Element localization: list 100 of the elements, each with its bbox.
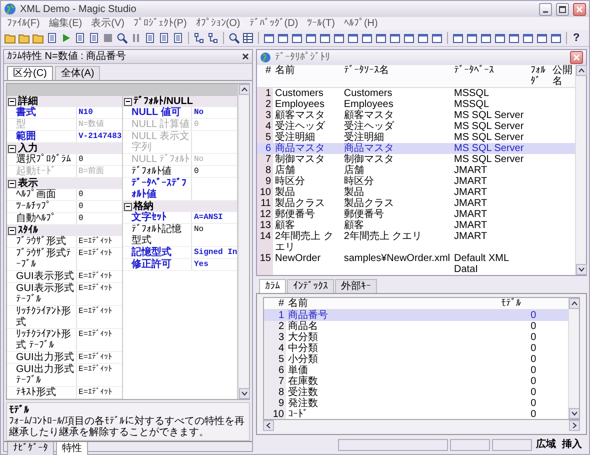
scroll-up-icon[interactable] [239, 84, 250, 95]
table-row[interactable]: 2 商品名 0 [264, 321, 568, 332]
window-icon[interactable] [431, 32, 443, 44]
window-icon[interactable] [277, 32, 289, 44]
property-value[interactable]: 0 [76, 213, 122, 224]
tab[interactable]: 外部ｷｰ [335, 279, 377, 293]
property-value[interactable]: E=ｴﾃﾞｨｯﾄ [76, 306, 122, 328]
table-row[interactable]: 8 店舗 店舗 JMART [257, 165, 575, 176]
table-row[interactable]: 6 商品マスタ 商品マスタ MS SQL Server [257, 143, 575, 154]
table-row[interactable]: 9 時区分 時区分 JMART [257, 176, 575, 187]
property-value[interactable]: E=ｴﾃﾞｨｯﾄ [76, 352, 122, 363]
window-icon[interactable] [375, 32, 387, 44]
scrollbar[interactable] [575, 65, 586, 275]
table-row[interactable]: 1 Customers Customers MSSQL [257, 88, 575, 99]
help-button[interactable]: ? [571, 32, 582, 44]
table-row[interactable]: 2 Employees Employees MSSQL [257, 99, 575, 110]
table-row[interactable]: 4 受注ヘッダ 受注ヘッダ MS SQL Server [257, 121, 575, 132]
column-header[interactable]: ﾌｫﾙﾀﾞ [528, 65, 550, 88]
window-icon[interactable] [319, 32, 331, 44]
document-icon[interactable] [172, 32, 184, 44]
grid-icon[interactable] [242, 32, 254, 44]
menu-item[interactable]: ﾍﾙﾌﾟ(H) [344, 18, 378, 29]
collapse-icon[interactable] [8, 98, 16, 106]
window-icon[interactable] [494, 32, 506, 44]
window-icon[interactable] [508, 32, 520, 44]
property-value[interactable]: E=ｴﾃﾞｨｯﾄ [76, 329, 122, 351]
property-value[interactable]: E=ｴﾃﾞｨｯﾄ [76, 387, 122, 398]
property-value[interactable]: 0 [76, 189, 122, 200]
scroll-down-icon[interactable] [569, 408, 579, 419]
window-icon[interactable] [263, 32, 275, 44]
scroll-left-icon[interactable] [263, 420, 274, 431]
table-row[interactable]: 9 発注数 0 [264, 398, 568, 409]
table-row[interactable]: 4 中分類 0 [264, 343, 568, 354]
column-header[interactable]: # [257, 65, 273, 88]
scroll-up-icon[interactable] [569, 298, 579, 309]
tab[interactable]: 区分(C) [7, 66, 53, 80]
window-icon[interactable] [550, 32, 562, 44]
scroll-up-icon[interactable] [576, 65, 587, 76]
table-row[interactable]: 8 受注数 0 [264, 387, 568, 398]
column-header[interactable]: ﾃﾞｰﾀｿｰｽ名 [342, 65, 452, 88]
window-icon[interactable] [291, 32, 303, 44]
property-value[interactable]: V-2147483 [76, 131, 122, 142]
property-value[interactable]: 0 [76, 201, 122, 212]
window-icon[interactable] [417, 32, 429, 44]
column-header[interactable]: ﾃﾞｰﾀﾍﾞｰｽ [452, 65, 528, 88]
property-value[interactable]: E=ｴﾃﾞｨｯﾄ [76, 283, 122, 305]
document-icon[interactable] [88, 32, 100, 44]
property-value[interactable]: 0 [76, 154, 122, 165]
window-icon[interactable] [403, 32, 415, 44]
folder-icon[interactable] [32, 32, 44, 44]
property-value[interactable]: Signed In [192, 247, 237, 258]
close-icon[interactable] [242, 53, 249, 60]
scrollbar[interactable] [238, 84, 249, 399]
search-icon[interactable] [116, 32, 128, 44]
column-header[interactable]: 名前 [286, 298, 499, 310]
menu-item[interactable]: ﾌﾟﾛｼﾞｪｸﾄ(P) [133, 18, 187, 29]
tree-icon[interactable] [193, 32, 205, 44]
scrollbar[interactable] [568, 298, 579, 419]
menu-item[interactable]: ｵﾌﾟｼｮﾝ(O) [196, 18, 240, 29]
property-value[interactable]: E=ｴﾃﾞｨｯﾄ [76, 364, 122, 386]
column-header[interactable]: 公開名 [550, 65, 575, 88]
property-value[interactable]: 0 [192, 166, 237, 177]
table-row[interactable]: 1 商品番号 0 [264, 310, 568, 321]
menu-item[interactable]: ﾃﾞﾊﾞｯｸﾞ(D) [249, 18, 298, 29]
property-value[interactable]: N10 [76, 107, 122, 118]
window-icon[interactable] [305, 32, 317, 44]
folder-icon[interactable] [4, 32, 16, 44]
column-header[interactable]: ﾓﾃﾞﾙ [498, 298, 568, 310]
window-icon[interactable] [452, 32, 464, 44]
window-icon[interactable] [333, 32, 345, 44]
minimize-button[interactable] [539, 2, 552, 16]
window-icon[interactable] [480, 32, 492, 44]
menu-item[interactable]: 編集(E) [48, 18, 82, 29]
maximize-button[interactable] [556, 2, 569, 16]
folder-icon[interactable] [18, 32, 30, 44]
table-row[interactable]: 11 製品クラス 製品クラス JMART [257, 198, 575, 209]
collapse-icon[interactable] [8, 144, 16, 152]
property-value[interactable]: E=ｴﾃﾞｨｯﾄ [76, 271, 122, 282]
table-row[interactable]: 14 2年間売上 クエリ 2年間売上 クエリ JMART [257, 231, 575, 253]
menu-item[interactable]: ﾌｧｲﾙ(F) [7, 18, 40, 29]
scrollbar[interactable] [263, 420, 580, 431]
table-row[interactable]: 10 製品 製品 JMART [257, 187, 575, 198]
window-icon[interactable] [347, 32, 359, 44]
column-header[interactable]: 名前 [273, 65, 342, 88]
table-row[interactable]: 5 受注明細 受注明細 MS SQL Server [257, 132, 575, 143]
table-row[interactable]: 3 大分類 0 [264, 332, 568, 343]
tab[interactable]: 特性 [56, 442, 88, 455]
search-icon[interactable] [228, 32, 240, 44]
document-icon[interactable] [46, 32, 58, 44]
property-value[interactable]: A=ANSI [192, 212, 237, 223]
menu-item[interactable]: ﾂｰﾙ(T) [307, 18, 335, 29]
collapse-icon[interactable] [8, 180, 16, 188]
tab[interactable]: ｶﾗﾑ [259, 279, 286, 293]
property-value[interactable]: No [192, 224, 237, 246]
document-icon[interactable] [158, 32, 170, 44]
collapse-icon[interactable] [124, 98, 132, 106]
table-row[interactable]: 12 郵便番号 郵便番号 JMART [257, 209, 575, 220]
property-value[interactable]: Yes [192, 259, 237, 270]
tree-icon[interactable] [207, 32, 219, 44]
table-row[interactable]: 5 小分類 0 [264, 354, 568, 365]
